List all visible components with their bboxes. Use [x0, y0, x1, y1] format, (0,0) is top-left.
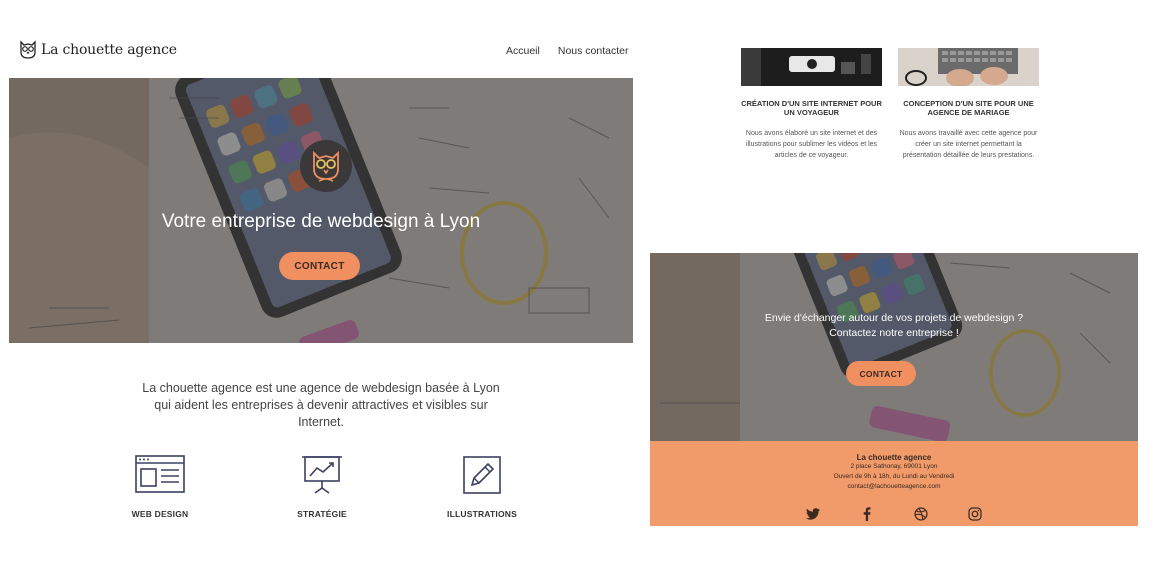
- portfolio-desc-travel: Nous avons élaboré un site internet et d…: [745, 130, 878, 159]
- nav-contact-link[interactable]: Nous contacter: [558, 45, 629, 57]
- owl-logo-icon: [20, 40, 36, 59]
- web-design-icon: [135, 455, 185, 493]
- brand-name: La chouette agence: [41, 42, 177, 58]
- service-label: STRATÉGIE: [297, 509, 347, 519]
- cta-banner: Envie d'échanger autour de vos projets d…: [650, 253, 1138, 441]
- footer-address: 2 place Sathonay, 69001 Lyon: [850, 463, 938, 470]
- service-strategy: STRATÉGIE: [262, 455, 382, 519]
- footer-socials: [650, 507, 1138, 521]
- service-label: WEB DESIGN: [131, 509, 189, 519]
- service-web-design: WEB DESIGN: [100, 455, 220, 519]
- illustrations-icon: [463, 456, 501, 494]
- dribbble-icon[interactable]: [913, 507, 929, 521]
- footer: La chouette agence 2 place Sathonay, 690…: [650, 441, 1138, 526]
- hero-title: Votre entreprise de webdesign à Lyon: [161, 211, 481, 232]
- hero-banner: Votre entreprise de webdesign à Lyon CON…: [9, 78, 633, 343]
- main-nav: Accueil Nous contacter: [506, 45, 628, 57]
- owl-icon: [313, 150, 339, 182]
- portfolio-thumb-travel[interactable]: [741, 48, 882, 86]
- footer-company-name: La chouette agence: [856, 453, 932, 462]
- nav-home-link[interactable]: Accueil: [506, 45, 540, 57]
- twitter-icon[interactable]: [805, 507, 821, 521]
- facebook-icon[interactable]: [859, 507, 875, 521]
- cta-line-2: Contactez notre entreprise !: [829, 327, 959, 339]
- service-label: ILLUSTRATIONS: [447, 509, 517, 519]
- cta-line-1: Envie d'échanger autour de vos projets d…: [764, 312, 1024, 324]
- footer-hours: Ouvert de 9h à 18h, du Lundi au Vendredi: [833, 473, 955, 480]
- intro-text: La chouette agence est une agence de web…: [142, 381, 500, 429]
- portfolio-title-wedding: CONCEPTION D'UN SITE POUR UNE AGENCE DE …: [903, 99, 1034, 117]
- strategy-icon: [302, 456, 342, 494]
- header-logo[interactable]: La chouette agence: [19, 40, 177, 60]
- footer-email[interactable]: contact@lachouetteagence.com: [650, 482, 1138, 492]
- cta-text: Envie d'échanger autour de vos projets d…: [650, 311, 1138, 341]
- cta-overlay: [650, 253, 1138, 441]
- service-illustrations: ILLUSTRATIONS: [422, 455, 542, 519]
- portfolio-title-travel: CRÉATION D'UN SITE INTERNET POUR UN VOYA…: [741, 99, 882, 117]
- hero-owl-logo: [300, 140, 352, 192]
- hero-contact-button[interactable]: CONTACT: [279, 252, 360, 280]
- portfolio-thumb-wedding[interactable]: [898, 48, 1039, 86]
- instagram-icon[interactable]: [967, 507, 983, 521]
- portfolio-desc-wedding: Nous avons travaillé avec cette agence p…: [899, 130, 1038, 159]
- cta-contact-button[interactable]: CONTACT: [846, 361, 916, 386]
- portfolio-image: [898, 48, 1039, 86]
- portfolio-image: [741, 48, 882, 86]
